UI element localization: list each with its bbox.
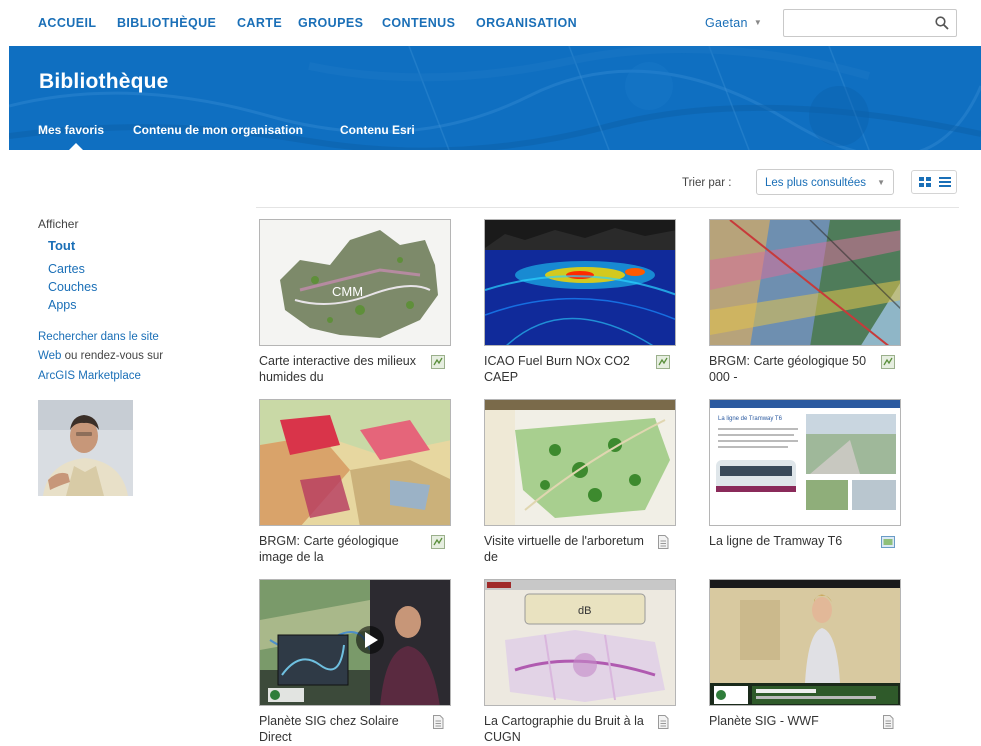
chevron-down-icon: ▼	[753, 18, 763, 27]
grid-view-icon[interactable]	[916, 174, 934, 190]
tab-contenu-organisation[interactable]: Contenu de mon organisation	[133, 123, 303, 137]
map-icon	[431, 535, 445, 549]
document-icon	[433, 715, 444, 729]
marketplace-link[interactable]: ArcGIS Marketplace	[38, 370, 141, 382]
web-suffix: ou rendez-vous sur	[61, 350, 164, 362]
list-item: La ligne de Tramway T6 La ligne de Tramw…	[709, 399, 901, 564]
list-item: BRGM: Carte géologique 50 000 -	[709, 219, 901, 384]
content-divider	[256, 207, 959, 208]
document-icon	[658, 715, 669, 729]
item-thumbnail[interactable]: CMM	[259, 219, 451, 346]
thumbnail-label: La ligne de Tramway T6	[718, 416, 783, 422]
item-title[interactable]: La ligne de Tramway T6	[709, 533, 874, 549]
marketplace-text: ArcGIS Marketplace	[38, 370, 141, 382]
chevron-down-icon: ▼	[877, 178, 885, 187]
item-title[interactable]: Planète SIG chez Solaire Direct	[259, 713, 424, 745]
sort-value: Les plus consultées	[765, 177, 867, 189]
nav-organisation[interactable]: ORGANISATION	[476, 16, 577, 30]
item-title[interactable]: ICAO Fuel Burn NOx CO2 CAEP	[484, 353, 649, 385]
web-link[interactable]: Web	[38, 350, 61, 362]
document-icon	[658, 535, 669, 549]
item-title[interactable]: BRGM: Carte géologique image de la	[259, 533, 424, 565]
filter-cartes[interactable]: Cartes	[48, 262, 85, 276]
sort-label: Trier par :	[682, 177, 732, 189]
thumbnail-label: dB	[578, 605, 591, 617]
item-title[interactable]: BRGM: Carte géologique 50 000 -	[709, 353, 874, 385]
item-thumbnail[interactable]	[484, 399, 676, 526]
thumbnail-label: CMM	[332, 284, 363, 299]
nav-carte[interactable]: CARTE	[237, 16, 282, 30]
top-navigation: ACCUEIL BIBLIOTHÈQUE CARTE GROUPES CONTE…	[0, 0, 981, 46]
site-search-text: Rechercher dans le site	[38, 331, 159, 343]
item-title[interactable]: Visite virtuelle de l'arboretum de	[484, 533, 649, 565]
item-thumbnail[interactable]	[259, 579, 451, 706]
list-item: BRGM: Carte géologique image de la	[259, 399, 451, 564]
map-icon	[656, 355, 670, 369]
view-toggle	[911, 170, 957, 194]
app-icon	[881, 536, 895, 548]
user-name: Gaetan	[705, 16, 748, 30]
nav-contenus[interactable]: CONTENUS	[382, 16, 455, 30]
library-banner: Bibliothèque Mes favoris Contenu de mon …	[9, 46, 981, 150]
item-thumbnail[interactable]	[484, 219, 676, 346]
item-thumbnail[interactable]: dB	[484, 579, 676, 706]
tab-contenu-esri[interactable]: Contenu Esri	[340, 123, 415, 137]
item-thumbnail[interactable]	[709, 579, 901, 706]
tab-mes-favoris[interactable]: Mes favoris	[38, 123, 104, 137]
page-title: Bibliothèque	[39, 70, 169, 93]
filter-couches[interactable]: Couches	[48, 280, 97, 294]
filter-apps[interactable]: Apps	[48, 298, 77, 312]
sort-dropdown[interactable]: Les plus consultées ▼	[756, 169, 894, 195]
list-item: Planète SIG chez Solaire Direct	[259, 579, 451, 744]
list-item: CMM Carte interactive des milieux humide…	[259, 219, 451, 384]
avatar[interactable]	[38, 400, 133, 496]
search-input[interactable]	[788, 13, 928, 33]
list-item: Planète SIG - WWF	[709, 579, 901, 744]
item-title[interactable]: Planète SIG - WWF	[709, 713, 874, 729]
search-box	[783, 9, 957, 37]
nav-groupes[interactable]: GROUPES	[298, 16, 363, 30]
item-thumbnail[interactable]: La ligne de Tramway T6	[709, 399, 901, 526]
list-item: dB La Cartographie du Bruit à la CUGN	[484, 579, 676, 744]
item-thumbnail[interactable]	[709, 219, 901, 346]
user-menu[interactable]: Gaetan ▼	[705, 16, 762, 30]
document-icon	[883, 715, 894, 729]
nav-bibliotheque[interactable]: BIBLIOTHÈQUE	[117, 16, 216, 30]
list-item: ICAO Fuel Burn NOx CO2 CAEP	[484, 219, 676, 384]
active-tab-indicator	[69, 143, 83, 150]
list-view-icon[interactable]	[936, 174, 954, 190]
item-title[interactable]: La Cartographie du Bruit à la CUGN	[484, 713, 649, 745]
map-icon	[431, 355, 445, 369]
item-thumbnail[interactable]	[259, 399, 451, 526]
filter-tout[interactable]: Tout	[48, 238, 75, 253]
search-icon[interactable]	[935, 16, 949, 30]
web-text: Web ou rendez-vous sur	[38, 350, 163, 362]
filter-heading: Afficher	[38, 217, 79, 231]
item-title[interactable]: Carte interactive des milieux humides du	[259, 353, 424, 385]
map-icon	[881, 355, 895, 369]
list-item: Visite virtuelle de l'arboretum de	[484, 399, 676, 564]
site-search-link[interactable]: Rechercher dans le site	[38, 331, 159, 343]
nav-accueil[interactable]: ACCUEIL	[38, 16, 96, 30]
